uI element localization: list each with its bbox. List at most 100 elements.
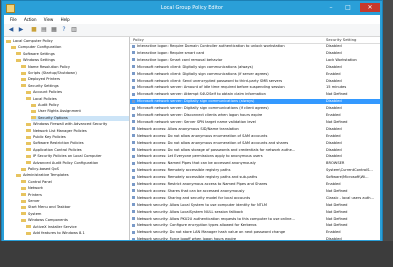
tree-item-label: Security Settings [28,83,59,88]
policy-row[interactable]: Interactive logon: Require smart card Dis… [130,51,380,56]
minimize-button[interactable]: – [324,3,338,12]
tree-item[interactable]: IP Security Policies on Local Computer [26,154,129,159]
policy-row[interactable]: Network access: Do not allow storage of … [130,148,380,153]
tree-item[interactable]: Application Control Policies [26,148,129,153]
policy-row[interactable]: Microsoft network server: Digitally sign… [130,99,380,105]
column-header-policy[interactable]: Policy [133,37,144,43]
tree-item[interactable]: Network List Manager Policies [26,129,129,134]
tree-item-label: Local Computer Policy [13,39,53,43]
back-arrow-icon[interactable]: ◀ [7,26,15,34]
policy-name: Microsoft network server: Digitally sign… [132,106,317,111]
tree-item[interactable]: Advanced Audit Policy Configuration [26,161,129,166]
folder-icon [16,52,21,56]
tree-item[interactable]: Add features to Windows 8.1 [26,231,129,236]
policy-row[interactable]: Microsoft network server: Digitally sign… [130,106,380,111]
tree-item[interactable]: Public Key Policies [26,135,129,140]
tree-item-label: Network List Manager Policies [33,128,87,133]
policy-row[interactable]: Network security: Allow Local System to … [130,203,380,208]
policy-row[interactable]: Microsoft network server: Amount of idle… [130,85,380,90]
maximize-button[interactable]: □ [341,3,355,12]
tree-item[interactable]: Network [21,186,129,191]
close-button[interactable]: ✕ [360,3,380,12]
tree-item[interactable]: Security Options [31,115,129,121]
menu-view[interactable]: View [44,15,54,24]
policy-name: Network access: Named Pipes that can be … [132,161,317,166]
folder-icon [21,212,26,216]
tree-item[interactable]: Deployed Printers [21,77,129,82]
tree-item[interactable]: Policy-based QoS [21,167,129,172]
tree-item[interactable]: Computer Configuration [11,45,129,50]
tree-item[interactable]: Printers [21,193,129,198]
policy-row[interactable]: Network access: Let Everyone permissions… [130,154,380,159]
policy-name: Interactive logon: Require smart card [132,51,317,56]
policy-name: Microsoft network client: Digitally sign… [132,65,317,70]
tree-item[interactable]: Windows Components [21,218,129,223]
folder-icon[interactable]: ■ [30,26,38,34]
policy-row[interactable]: Network security: Allow PKU2U authentica… [130,217,380,222]
policy-row[interactable]: Network security: Allow LocalSystem NULL… [130,210,380,215]
folder-icon [6,39,11,43]
tree-item[interactable]: Security Settings [21,84,129,89]
folder-icon [31,109,36,113]
tree-item[interactable]: Local Computer Policy [6,39,129,44]
policy-row[interactable]: Microsoft network client: Digitally sign… [130,65,380,70]
export-list-icon[interactable]: ▦ [50,26,58,34]
policy-name: Network access: Allow anonymous SID/Name… [132,127,317,132]
tree-item[interactable]: Audit Policy [31,103,129,108]
tree-item[interactable]: Windows Settings [16,58,129,63]
menu-help[interactable]: Help [61,15,70,24]
policy-setting: Enabled [326,133,341,138]
tree-item[interactable]: Name Resolution Policy [21,65,129,70]
policy-row[interactable]: Network security: Configure encryption t… [130,223,380,228]
help-icon[interactable]: ? [60,26,68,34]
title-bar[interactable]: Local Group Policy Editor – □ ✕ [2,1,382,15]
policy-row[interactable]: Network access: Remotely accessible regi… [130,175,380,180]
tree-item[interactable]: Scripts (Startup/Shutdown) [21,71,129,76]
menu-file[interactable]: File [10,15,17,24]
navigation-tree[interactable]: Local Computer Policy Computer Configurat… [4,37,130,240]
tree-item[interactable]: Account Policies [26,90,129,95]
policy-setting: Disabled [326,126,342,131]
properties-icon[interactable]: ▤ [40,26,48,34]
policy-row[interactable]: Interactive logon: Smart card removal be… [130,58,380,63]
show-hide-pane-icon[interactable]: ▥ [70,26,78,34]
forward-arrow-icon[interactable]: ▶ [17,26,25,34]
tree-item[interactable]: Software Settings [16,52,129,57]
tree-item[interactable]: Software Restriction Policies [26,141,129,146]
policy-row[interactable]: Microsoft network server: Disconnect cli… [130,113,380,118]
policy-setting: Enabled [326,182,341,186]
policy-row[interactable]: Network access: Named Pipes that can be … [130,161,380,166]
policy-row[interactable]: Network access: Do not allow anonymous e… [130,134,380,139]
policy-row[interactable]: Microsoft network client: Send unencrypt… [130,79,380,84]
policy-row[interactable]: Network access: Remotely accessible regi… [130,168,380,173]
tree-item[interactable]: ActiveX Installer Service [26,225,129,230]
policy-row[interactable]: Network access: Allow anonymous SID/Name… [130,127,380,132]
policy-row[interactable]: Microsoft network server: Attempt S4U2Se… [130,92,380,97]
tree-item[interactable]: User Rights Assignment [31,109,129,114]
tree-item[interactable]: Server [21,199,129,204]
policy-setting: Disabled [326,140,342,145]
policy-row[interactable]: Network access: Restrict anonymous acces… [130,182,380,187]
policy-row[interactable]: Microsoft network client: Digitally sign… [130,72,380,77]
policy-row[interactable]: Interactive logon: Require Domain Contro… [130,44,380,49]
policy-row[interactable]: Network access: Shares that can be acces… [130,189,380,194]
policy-setting: Disabled [326,154,342,159]
folder-icon [26,148,31,152]
tree-item[interactable]: Administrative Templates [16,173,129,178]
column-header-setting[interactable]: Security Setting [326,37,356,43]
tree-item[interactable]: System [21,212,129,217]
policy-row[interactable]: Network security: Force logoff when logo… [130,237,380,240]
menu-action[interactable]: Action [24,15,37,24]
folder-icon [26,122,31,126]
tree-item-label: Administrative Templates [23,173,69,178]
policy-row[interactable]: Microsoft network server: Server SPN tar… [130,120,380,125]
policy-row[interactable]: Network security: Do not store LAN Manag… [130,230,380,235]
tree-item-label: Name Resolution Policy [28,64,71,69]
policy-row[interactable]: Network access: Sharing and security mod… [130,196,380,201]
tree-item[interactable]: Start Menu and Taskbar [21,205,129,210]
tree-item-label: Windows Firewall with Advanced Security [33,122,108,127]
tree-item[interactable]: Windows Firewall with Advanced Security [26,122,129,127]
tree-item[interactable]: Local Policies [26,97,129,102]
policy-row[interactable]: Network access: Do not allow anonymous e… [130,141,380,146]
tree-item[interactable]: Control Panel [21,180,129,185]
